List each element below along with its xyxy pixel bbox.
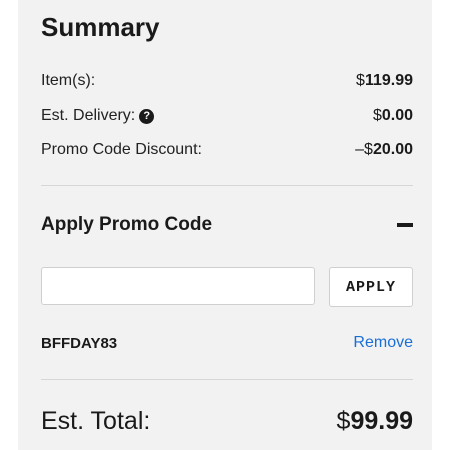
promo-discount-label: Promo Code Discount: [41, 141, 202, 158]
divider [41, 185, 413, 186]
order-summary-panel: Summary Item(s): $119.99 Est. Delivery: … [18, 0, 432, 450]
estimated-total-row: Est. Total: $99.99 [41, 403, 413, 439]
promo-discount-value: –$20.00 [355, 141, 413, 159]
delivery-amount: 0.00 [381, 107, 413, 124]
question-circle-icon[interactable]: ? [139, 108, 155, 124]
promo-code-heading: Apply Promo Code [41, 214, 213, 235]
promo-discount-prefix: –$ [355, 141, 373, 158]
delivery-label-group: Est. Delivery: ? [41, 107, 155, 125]
apply-promo-button[interactable]: APPLY [329, 267, 413, 307]
items-row: Item(s): $119.99 [41, 70, 413, 92]
promo-discount-amount: 20.00 [372, 141, 413, 158]
divider [41, 379, 413, 380]
delivery-value: $0.00 [373, 107, 413, 125]
delivery-row: Est. Delivery: ? $0.00 [41, 105, 413, 127]
estimated-total-value: $99.99 [337, 407, 413, 436]
estimated-total-label: Est. Total: [41, 406, 151, 435]
delivery-label: Est. Delivery: [41, 107, 136, 124]
remove-promo-link[interactable]: Remove [353, 334, 413, 352]
applied-promo-code: BFFDAY83 [41, 334, 118, 352]
items-value: $119.99 [356, 72, 413, 90]
items-amount: 119.99 [364, 72, 413, 89]
total-amount: 99.99 [350, 406, 413, 435]
promo-discount-row: Promo Code Discount: –$20.00 [41, 139, 413, 161]
applied-promo-row: BFFDAY83 Remove [41, 332, 413, 354]
delivery-currency: $ [372, 107, 382, 124]
items-label: Item(s): [41, 72, 96, 89]
promo-code-input[interactable] [41, 267, 315, 305]
items-currency: $ [356, 72, 365, 89]
total-currency: $ [336, 406, 351, 435]
promo-code-section-header[interactable]: Apply Promo Code [41, 212, 413, 238]
summary-title: Summary [41, 12, 160, 42]
minus-icon[interactable] [397, 223, 413, 227]
